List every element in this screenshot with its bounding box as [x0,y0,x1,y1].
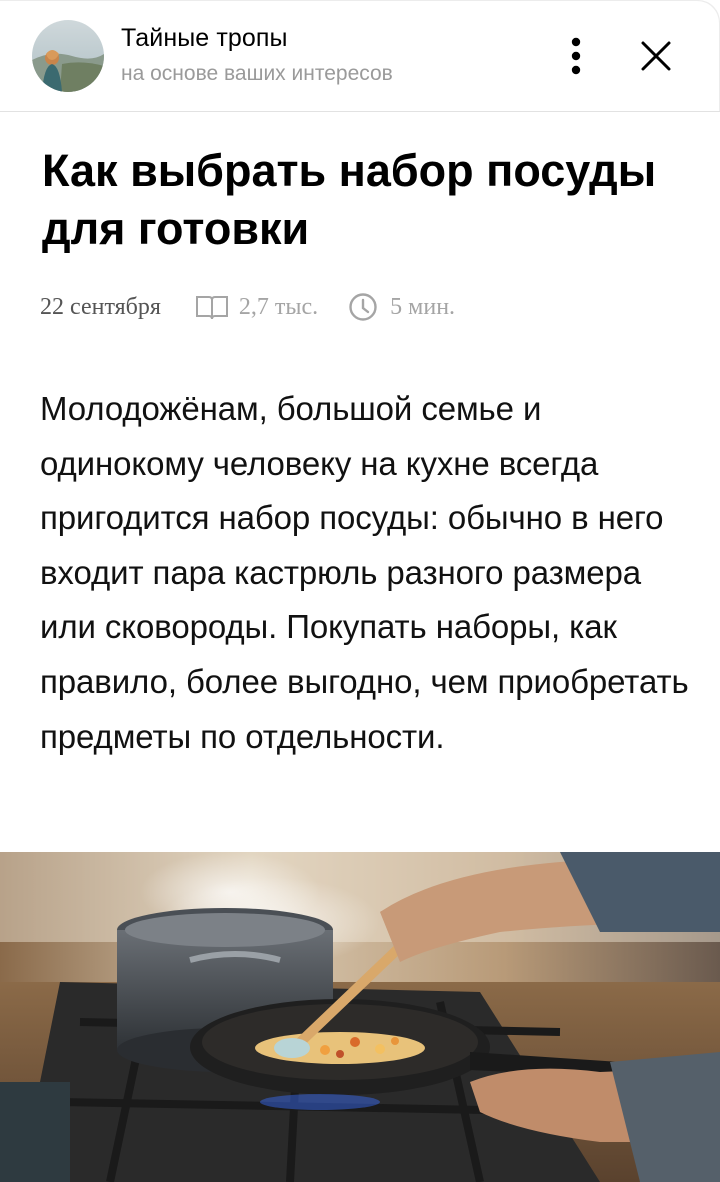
article-meta: 22 сентября 2,7 тыс. 5 мин. [40,290,455,324]
more-vertical-icon [571,37,581,75]
article-screen: Тайные тропы на основе ваших интересов К… [0,0,720,1182]
channel-avatar[interactable] [32,20,104,92]
cooking-photo [0,852,720,1182]
channel-subtitle: на основе ваших интересов [121,62,393,85]
more-button[interactable] [556,30,596,82]
clock-icon [348,292,378,322]
book-icon [195,293,229,321]
close-icon [641,41,671,71]
views-count: 2,7 тыс. [238,293,319,320]
avatar-image [32,20,104,92]
publish-date: 22 сентября [40,293,161,320]
close-button[interactable] [630,30,682,82]
channel-name[interactable]: Тайные тропы [121,24,288,53]
channel-header: Тайные тропы на основе ваших интересов [0,0,720,112]
article-paragraph: Молодожёнам, большой семье и одинокому ч… [40,390,689,755]
read-time: 5 мин. [390,293,456,320]
article-title: Как выбрать набор посуды для готовки [42,145,657,254]
article-photo[interactable] [0,852,720,1182]
